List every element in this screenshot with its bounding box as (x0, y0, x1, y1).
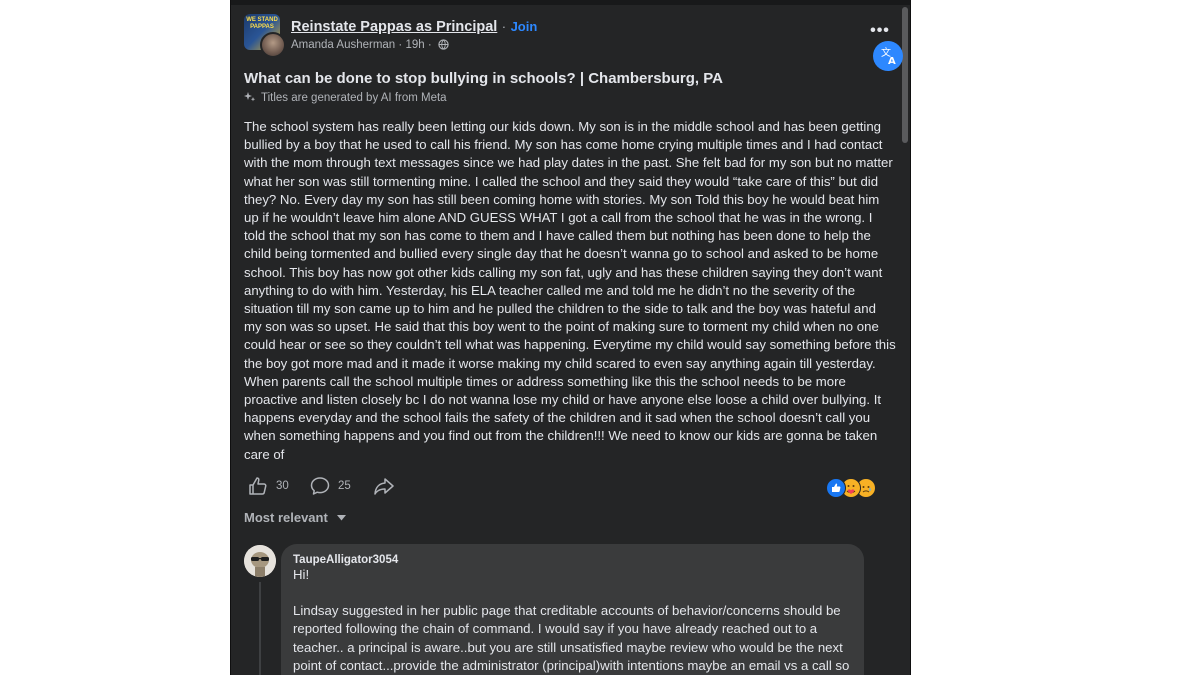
globe-icon (438, 39, 449, 50)
post-header: WE STAND PAPPAS Reinstate Pappas as Prin… (244, 14, 903, 71)
author-name[interactable]: Amanda Ausherman (291, 39, 395, 51)
join-button[interactable]: Join (511, 19, 538, 34)
comment-sort-dropdown[interactable]: Most relevant (244, 510, 896, 534)
comment-count: 25 (338, 479, 351, 492)
author-avatar[interactable] (260, 32, 286, 58)
thumbs-up-icon (249, 477, 267, 495)
like-reaction-icon (826, 477, 846, 498)
scrollbar[interactable] (901, 5, 909, 675)
share-arrow-icon (374, 478, 394, 495)
svg-text:A: A (888, 56, 896, 67)
post-meta: Amanda Ausherman · 19h · (291, 39, 449, 51)
separator: · (398, 39, 403, 51)
share-button[interactable] (373, 476, 403, 496)
comment-author[interactable]: TaupeAlligator3054 (293, 554, 398, 566)
comment-bubble: TaupeAlligator3054 Hi! Lindsay suggested… (281, 543, 864, 675)
ai-note-text: Titles are generated by AI from Meta (261, 92, 447, 104)
post-time[interactable]: 19h (405, 39, 424, 51)
like-count: 30 (276, 479, 289, 492)
separator: · (427, 39, 432, 51)
comment-text: Hi! Lindsay suggested in her public page… (293, 566, 850, 673)
ai-sparkle-icon (244, 92, 256, 102)
reaction-summary[interactable] (826, 477, 880, 498)
sort-label: Most relevant (244, 509, 328, 525)
post-modal: WE STAND PAPPAS Reinstate Pappas as Prin… (230, 0, 911, 675)
post-title: What can be done to stop bullying in sch… (244, 70, 723, 87)
translate-icon: 文 A (881, 46, 896, 67)
group-line: Reinstate Pappas as Principal · Join (291, 18, 537, 36)
commenter-avatar[interactable] (244, 544, 276, 577)
ai-title-note: Titles are generated by AI from Meta (244, 91, 896, 105)
like-button[interactable]: 30 (248, 476, 289, 496)
comment-button[interactable]: 25 (310, 476, 351, 496)
group-logo-text: WE STAND PAPPAS (246, 17, 278, 30)
scrollbar-thumb[interactable] (902, 7, 908, 143)
post-body: The school system has really been lettin… (244, 119, 896, 462)
caret-down-icon (337, 514, 347, 521)
thread-line (259, 581, 261, 675)
alligator-avatar-icon (244, 544, 276, 577)
post-actions: 30 25 (244, 470, 896, 506)
more-options-icon: ••• (870, 22, 890, 39)
group-name-link[interactable]: Reinstate Pappas as Principal (291, 19, 497, 35)
translate-button[interactable]: 文 A (873, 41, 903, 71)
comment-item: TaupeAlligator3054 Hi! Lindsay suggested… (244, 543, 896, 675)
comment-bubble-icon (310, 477, 330, 495)
modal-top-edge (231, 0, 910, 5)
post-content: WE STAND PAPPAS Reinstate Pappas as Prin… (244, 14, 903, 675)
separator: · (501, 19, 507, 34)
